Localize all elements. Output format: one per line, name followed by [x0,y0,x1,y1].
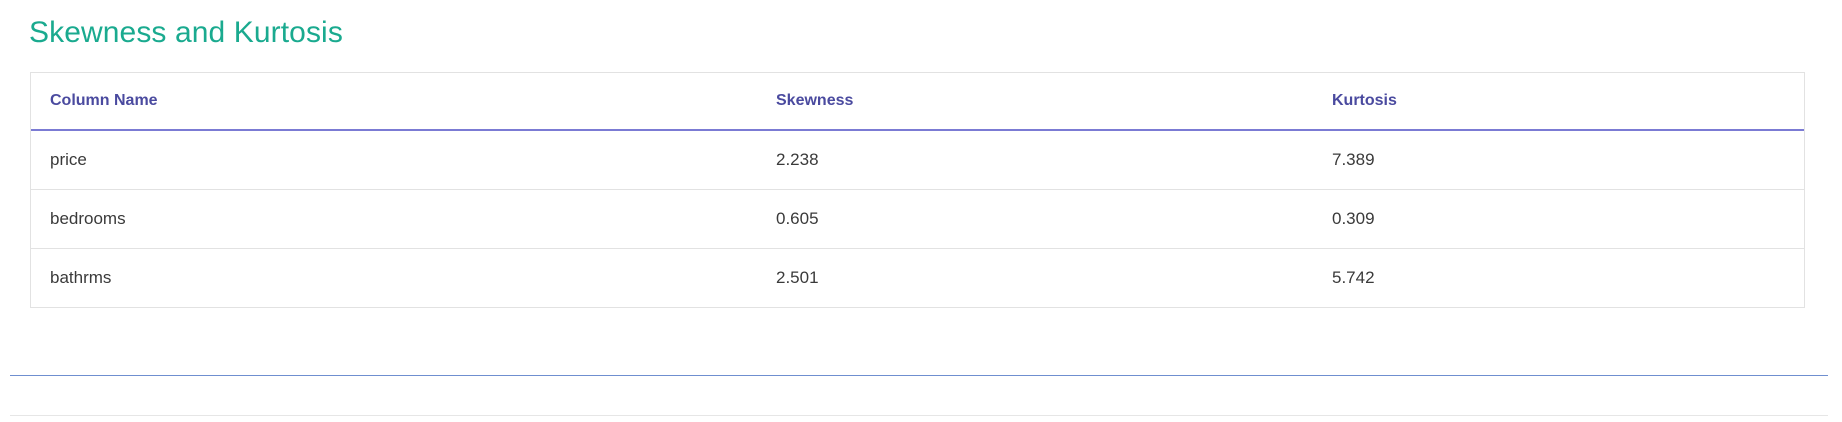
cell-kurtosis: 7.389 [1313,130,1804,190]
cell-kurtosis: 5.742 [1332,267,1375,287]
section-title: Skewness and Kurtosis [29,16,343,49]
cell-skewness: 2.501 [776,267,819,287]
stats-table-container: Column Name Skewness Kurtosis price 2.23… [30,72,1805,308]
bottom-divider [10,415,1828,416]
table-row: price 2.238 7.389 [31,130,1804,190]
cell-skewness: 2.238 [757,130,1313,190]
table-row: bedrooms 0.605 0.309 [31,189,1804,249]
page: Skewness and Kurtosis Column Name Skewne… [0,0,1842,422]
cell-column-name: bedrooms [31,189,757,249]
section-divider [10,375,1828,376]
cell-column-name: price [31,130,757,190]
cell-kurtosis: 0.309 [1313,189,1804,249]
cell-column-name: bathrms [50,267,112,287]
column-header-column-name[interactable]: Column Name [31,73,757,131]
table-row: bathrms 2.501 5.742 [31,248,1804,307]
column-header-skewness[interactable]: Skewness [757,73,1313,131]
skew-kurtosis-table: Column Name Skewness Kurtosis price 2.23… [31,73,1804,307]
column-header-kurtosis[interactable]: Kurtosis [1313,73,1804,131]
cell-skewness: 0.605 [757,189,1313,249]
table-header-row: Column Name Skewness Kurtosis [31,73,1804,131]
